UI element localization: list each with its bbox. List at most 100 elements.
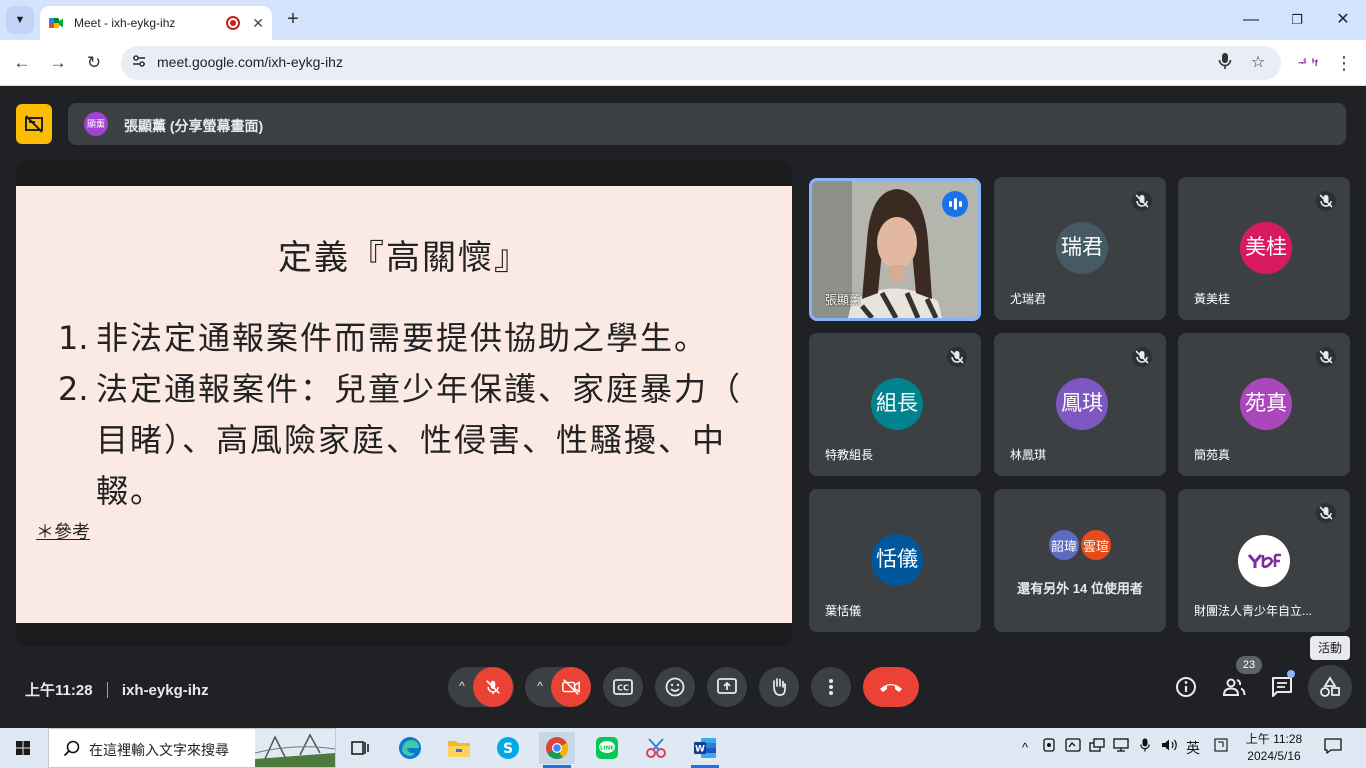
camera-off-button[interactable]: [551, 667, 591, 707]
participant-tile[interactable]: 瑞君 尤瑞君: [994, 177, 1166, 320]
participant-tile[interactable]: 財團法人青少年自立...: [1178, 489, 1350, 632]
snipping-tool-icon[interactable]: [638, 732, 674, 764]
participant-name: 林鳳琪: [1010, 448, 1047, 462]
participant-name: 黃美桂: [1194, 292, 1231, 306]
organization-logo: [1238, 535, 1290, 587]
tab-close-icon[interactable]: ✕: [252, 15, 264, 32]
back-arrow-icon[interactable]: ←: [10, 51, 34, 75]
slide-item-number: 2.: [58, 370, 89, 408]
microphone-tray-icon[interactable]: [1136, 738, 1154, 758]
clock-date: 2024/5/16: [1247, 749, 1301, 763]
browser-tab-meet[interactable]: Meet - ixh-eykg-ihz ✕: [40, 6, 272, 40]
tab-search-button[interactable]: ▼: [6, 6, 34, 34]
participant-tile[interactable]: 美桂 黃美桂: [1178, 177, 1350, 320]
new-tab-button[interactable]: +: [282, 8, 304, 32]
participant-tile[interactable]: 鳳琪 林鳳琪: [994, 333, 1166, 476]
meeting-time: 上午11:28: [25, 682, 93, 699]
muted-mic-icon: [1316, 347, 1336, 367]
line-app-icon[interactable]: LINE: [589, 732, 625, 764]
activities-icon[interactable]: [1310, 667, 1350, 707]
chrome-browser-icon[interactable]: [539, 732, 575, 768]
restore-button[interactable]: ❐: [1286, 8, 1308, 32]
captions-button[interactable]: CC: [603, 667, 643, 707]
muted-mic-icon: [947, 347, 967, 367]
minimize-button[interactable]: —: [1240, 8, 1262, 32]
task-view-icon[interactable]: [342, 732, 378, 764]
meeting-info-icon[interactable]: [1166, 667, 1206, 707]
chat-notification-dot: [1287, 670, 1295, 678]
windows-taskbar: 在這裡輸入文字來搜尋 S LINE W ^ 英 上午 11:28 2024/5/…: [0, 728, 1366, 768]
participant-avatar: 鳳琪: [1056, 378, 1108, 430]
more-options-button[interactable]: [811, 667, 851, 707]
emoji-reaction-button[interactable]: [655, 667, 695, 707]
taskbar-search-box[interactable]: 在這裡輸入文字來搜尋: [48, 728, 336, 768]
app-tray-icon[interactable]: [1064, 738, 1082, 758]
site-info-icon[interactable]: [129, 53, 149, 73]
activities-tooltip: 活動: [1310, 636, 1350, 660]
extension-icon[interactable]: ᅻᅡf: [1298, 53, 1318, 73]
slide-item-text: 目睹）、高風險家庭、性侵害、性騷擾、中: [96, 421, 727, 459]
volume-icon[interactable]: [1160, 738, 1180, 758]
audio-options-chevron-icon[interactable]: ^: [455, 679, 469, 693]
close-window-button[interactable]: ✕: [1332, 8, 1354, 32]
speaking-indicator-icon: [942, 191, 968, 217]
meet-tray-icon[interactable]: [1040, 738, 1058, 758]
show-hidden-icons-chevron[interactable]: ^: [1016, 738, 1034, 758]
meeting-code: ixh-eykg-ihz: [121, 682, 209, 699]
ime-mode-icon[interactable]: [1211, 738, 1231, 758]
participant-tile[interactable]: 組長 特教組長: [809, 333, 981, 476]
presentation-slide: 定義『高關懷』 1. 非法定通報案件而需要提供協助之學生。 2. 法定通報案件：…: [16, 186, 792, 623]
slide-title: 定義『高關懷』: [278, 238, 530, 278]
address-bar[interactable]: meet.google.com/ixh-eykg-ihz ☆: [121, 46, 1281, 80]
participant-avatar: 恬儀: [871, 534, 923, 586]
participant-name: 簡苑真: [1194, 448, 1231, 462]
presentation-layout-icon[interactable]: [16, 104, 52, 144]
participant-avatar: 美桂: [1240, 222, 1292, 274]
svg-text:W: W: [695, 745, 705, 755]
svg-text:CC: CC: [617, 684, 629, 693]
participant-tile[interactable]: 苑真 簡苑真: [1178, 333, 1350, 476]
windows-start-icon[interactable]: [10, 736, 36, 760]
leave-call-button[interactable]: [863, 667, 919, 707]
muted-mic-icon: [1132, 347, 1152, 367]
input-method-indicator[interactable]: 英: [1183, 738, 1203, 758]
tab-title: Meet - ixh-eykg-ihz: [74, 16, 176, 30]
search-placeholder: 在這裡輸入文字來搜尋: [89, 742, 229, 758]
clock-time: 上午 11:28: [1245, 732, 1303, 746]
present-screen-button[interactable]: [707, 667, 747, 707]
divider: [106, 682, 108, 698]
skype-icon[interactable]: S: [490, 732, 526, 764]
browser-menu-icon[interactable]: ⋮: [1334, 51, 1354, 75]
bookmark-star-icon[interactable]: ☆: [1247, 52, 1269, 74]
edge-browser-icon[interactable]: [392, 732, 428, 764]
slide-item-number: 1.: [58, 319, 89, 357]
word-app-icon[interactable]: W: [687, 732, 723, 768]
participant-tile-video[interactable]: 張顯薰: [809, 178, 981, 321]
video-options-chevron-icon[interactable]: ^: [533, 679, 547, 693]
others-count-label: 還有另外 14 位使用者: [1017, 581, 1143, 596]
participant-avatar: 組長: [871, 378, 923, 430]
notifications-icon[interactable]: [1322, 738, 1344, 758]
reload-icon[interactable]: ↻: [82, 51, 106, 75]
search-highlight-image: [255, 729, 335, 767]
microphone-off-button[interactable]: [473, 667, 513, 707]
participant-tile[interactable]: 恬儀 葉恬儀: [809, 489, 981, 632]
people-count-badge: 23: [1236, 656, 1262, 674]
slide-item-text: 輟。: [96, 472, 165, 510]
forward-arrow-icon[interactable]: →: [46, 51, 70, 75]
file-explorer-icon[interactable]: [441, 732, 477, 764]
network-icon[interactable]: [1112, 738, 1130, 758]
participant-name: 財團法人青少年自立...: [1194, 604, 1313, 618]
microphone-icon[interactable]: [1214, 52, 1236, 74]
chat-icon[interactable]: [1262, 667, 1302, 707]
muted-mic-icon: [1316, 191, 1336, 211]
participant-name: 尤瑞君: [1010, 292, 1047, 306]
browser-tab-bar: ▼ Meet - ixh-eykg-ihz ✕ + — ❐ ✕: [0, 0, 1366, 40]
shell-tray-icon[interactable]: [1088, 738, 1106, 758]
muted-mic-icon: [1132, 191, 1152, 211]
participant-avatar: 韶瑋: [1047, 528, 1081, 562]
others-tile[interactable]: 韶瑋 雲瑄 還有另外 14 位使用者: [994, 489, 1166, 632]
raise-hand-button[interactable]: [759, 667, 799, 707]
taskbar-clock[interactable]: 上午 11:28 2024/5/16: [1240, 731, 1308, 765]
participant-name: 葉恬儀: [825, 604, 862, 618]
